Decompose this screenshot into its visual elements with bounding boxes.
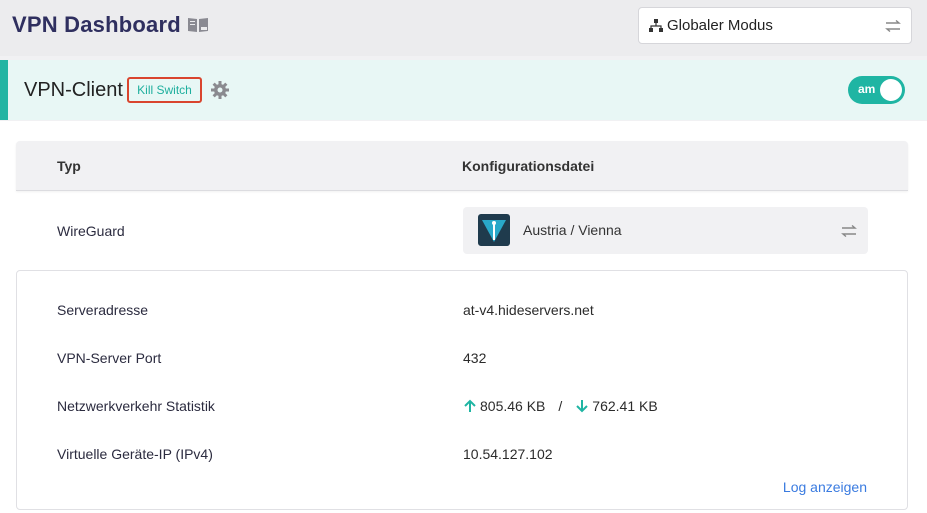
flag-icon xyxy=(478,214,510,246)
traffic-separator: / xyxy=(558,398,563,414)
toggle-label: am xyxy=(858,82,876,96)
download-value: 762.41 KB xyxy=(592,398,658,414)
server-port-label: VPN-Server Port xyxy=(57,350,162,366)
kill-switch-label: Kill Switch xyxy=(137,83,192,97)
page-title: VPN Dashboard xyxy=(12,12,181,37)
config-select[interactable]: Austria / Vienna xyxy=(463,207,868,254)
mode-select[interactable]: Globaler Modus xyxy=(638,7,912,44)
swap-icon xyxy=(841,225,857,237)
main-panel: Typ Konfigurationsdatei WireGuard Austri… xyxy=(0,121,927,513)
config-value: Austria / Vienna xyxy=(523,222,622,238)
upload-value: 805.46 KB xyxy=(480,398,546,414)
column-header-type: Typ xyxy=(57,158,81,174)
book-icon[interactable] xyxy=(187,16,209,34)
show-log-link[interactable]: Log anzeigen xyxy=(783,479,867,495)
toggle-knob xyxy=(880,79,902,101)
traffic-stats: 805.46 KB / 762.41 KB xyxy=(463,398,658,414)
vpn-type-value: WireGuard xyxy=(57,223,125,239)
mode-select-value: Globaler Modus xyxy=(667,17,773,34)
vpn-client-bar: VPN-Client Kill Switch am xyxy=(0,60,927,120)
column-header-config: Konfigurationsdatei xyxy=(462,158,595,174)
gear-icon[interactable] xyxy=(211,81,229,99)
vpn-toggle[interactable]: am xyxy=(848,76,905,104)
kill-switch-button[interactable]: Kill Switch xyxy=(127,77,202,103)
network-icon xyxy=(649,18,663,32)
traffic-label: Netzwerkverkehr Statistik xyxy=(57,398,215,414)
top-header: VPN Dashboard Globaler Modus xyxy=(0,0,927,56)
details-card: Serveradresse at-v4.hideservers.net VPN-… xyxy=(16,270,908,510)
server-port-value: 432 xyxy=(463,350,487,366)
vpn-client-title: VPN-Client xyxy=(24,79,123,101)
table-header: Typ Konfigurationsdatei xyxy=(16,141,908,191)
server-address-label: Serveradresse xyxy=(57,302,149,318)
virtual-ip-label: Virtuelle Geräte-IP (IPv4) xyxy=(57,446,213,462)
server-address-value: at-v4.hideservers.net xyxy=(463,302,594,318)
virtual-ip-value: 10.54.127.102 xyxy=(463,446,553,462)
swap-icon xyxy=(885,19,901,32)
arrow-down-icon xyxy=(576,400,588,413)
arrow-up-icon xyxy=(464,399,476,412)
